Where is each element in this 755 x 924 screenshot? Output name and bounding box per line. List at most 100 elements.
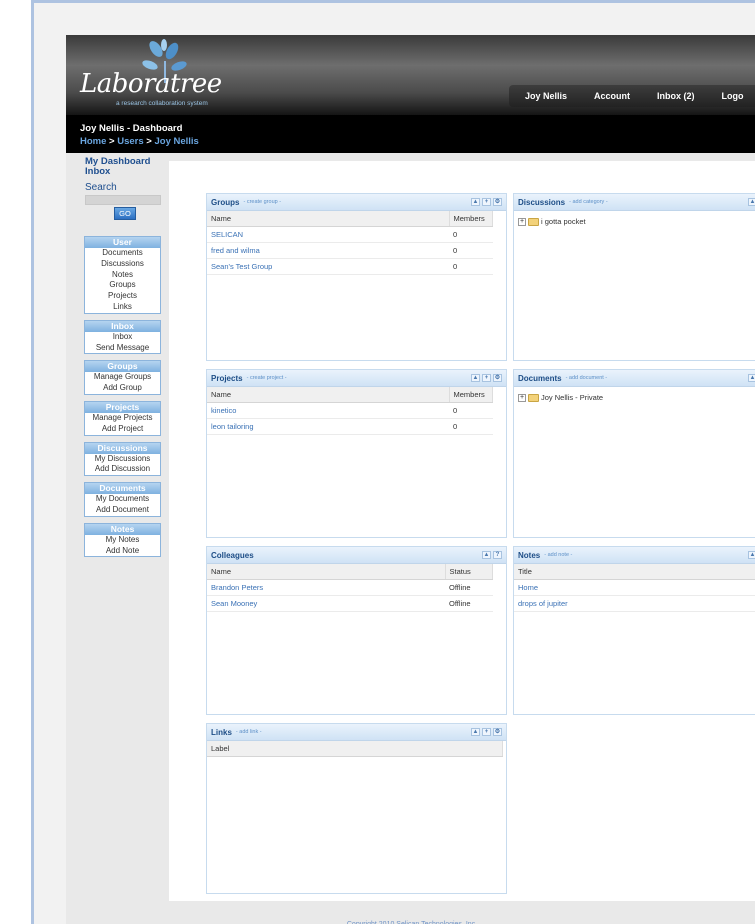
sidebar-item-send-message[interactable]: Send Message: [85, 343, 160, 354]
project-name-link[interactable]: kinetico: [207, 402, 449, 419]
note-title-link[interactable]: Home: [514, 579, 755, 596]
sidebar-box-inbox: Inbox Inbox Send Message: [84, 319, 161, 355]
colleague-name-link[interactable]: Brandon Peters: [207, 579, 445, 596]
colleague-name-link[interactable]: Sean Mooney: [207, 595, 445, 612]
collapse-icon[interactable]: ▲: [748, 198, 755, 206]
discussions-panel: Discussions - add category - ▲ + i gotta po…: [513, 193, 755, 361]
panel-header: Colleagues ▲?: [207, 547, 506, 564]
sidebar-item-manage-projects[interactable]: Manage Projects: [85, 413, 160, 424]
settings-icon[interactable]: ⚙: [493, 374, 502, 382]
column-header[interactable]: Name: [207, 211, 450, 227]
project-name-link[interactable]: leon tailoring: [207, 418, 449, 435]
group-name-link[interactable]: SELICAN: [207, 226, 449, 243]
table-row: fred and wilma 0: [207, 242, 493, 259]
category-label[interactable]: i gotta pocket: [541, 217, 586, 226]
create-project-link[interactable]: - create project -: [247, 375, 287, 381]
help-icon[interactable]: ?: [493, 551, 502, 559]
add-icon[interactable]: +: [482, 374, 491, 382]
collapse-icon[interactable]: ▲: [748, 374, 755, 382]
tree-item[interactable]: + i gotta pocket: [514, 211, 755, 226]
table-row: SELICAN 0: [207, 226, 493, 243]
sidebar-item-inbox[interactable]: Inbox: [85, 332, 160, 343]
sidebar-item-my-discussions[interactable]: My Discussions: [85, 454, 160, 465]
dashboard-content: Groups - create group - ▲ + ⚙ Name Members SE…: [169, 161, 755, 901]
group-name-link[interactable]: fred and wilma: [207, 242, 449, 259]
panel-header: Documents - add document - ▲: [514, 370, 755, 387]
settings-icon[interactable]: ⚙: [493, 198, 502, 206]
panel-header: Projects - create project - ▲ + ⚙: [207, 370, 506, 387]
column-header[interactable]: Name: [207, 564, 446, 580]
breadcrumb-home[interactable]: Home: [80, 136, 106, 147]
collapse-icon[interactable]: ▲: [471, 728, 480, 736]
panel-title: Groups: [211, 197, 240, 207]
sidebar-box-header: Projects: [85, 401, 160, 413]
sidebar-box-documents: Documents My Documents Add Document: [84, 482, 161, 517]
notes-table: Title Home drops of jupiter: [514, 564, 755, 612]
sidebar-item-add-discussion[interactable]: Add Discussion: [85, 464, 160, 475]
collapse-icon[interactable]: ▲: [748, 551, 755, 559]
column-header[interactable]: Members: [449, 387, 493, 403]
breadcrumb-separator: >: [106, 136, 118, 147]
settings-icon[interactable]: ⚙: [493, 728, 502, 736]
logo-text[interactable]: Laboratree: [80, 69, 222, 99]
collapse-icon[interactable]: ▲: [482, 551, 491, 559]
tree-item[interactable]: + Joy Nellis - Private: [514, 387, 755, 402]
collapse-icon[interactable]: ▲: [471, 198, 480, 206]
nav-logout[interactable]: Logo: [722, 91, 744, 101]
group-name-link[interactable]: Sean's Test Group: [207, 258, 449, 275]
column-header[interactable]: Name: [207, 387, 450, 403]
sidebar-item-add-note[interactable]: Add Note: [85, 546, 160, 557]
sidebar-item-manage-groups[interactable]: Manage Groups: [85, 372, 160, 383]
column-header[interactable]: Status: [445, 564, 493, 580]
nav-inbox[interactable]: Inbox (2): [657, 91, 695, 101]
member-count: 0: [449, 242, 493, 259]
sidebar-item-documents[interactable]: Documents: [85, 248, 160, 259]
expand-icon[interactable]: +: [518, 217, 526, 226]
add-category-link[interactable]: - add category -: [569, 199, 608, 205]
sidebar-item-discussions[interactable]: Discussions: [85, 259, 160, 270]
go-button[interactable]: GO: [114, 207, 136, 220]
sidebar-item-my-notes[interactable]: My Notes: [85, 535, 160, 546]
sidebar-item-groups[interactable]: Groups: [85, 280, 160, 291]
column-header[interactable]: Members: [449, 211, 493, 227]
sidebar-item-projects[interactable]: Projects: [85, 291, 160, 302]
nav-account[interactable]: Account: [594, 91, 630, 101]
sidebar-box-discussions: Discussions My Discussions Add Discussio…: [84, 441, 161, 477]
add-icon[interactable]: +: [482, 728, 491, 736]
folder-label[interactable]: Joy Nellis - Private: [541, 393, 603, 402]
sidebar-item-notes[interactable]: Notes: [85, 270, 160, 281]
top-navigation: Joy Nellis Account Inbox (2) Logo: [509, 85, 755, 107]
add-document-link[interactable]: - add document -: [566, 375, 608, 381]
groups-table: Name Members SELICAN 0 fred and wilma 0 Sea…: [207, 211, 493, 275]
breadcrumb-user[interactable]: Joy Nellis: [154, 136, 198, 147]
nav-user[interactable]: Joy Nellis: [525, 91, 567, 101]
member-count: 0: [449, 402, 493, 419]
add-icon[interactable]: +: [482, 198, 491, 206]
search-input[interactable]: [85, 195, 161, 205]
footer: Copyright 2010 Selican Technologies, Inc…: [66, 905, 755, 924]
note-title-link[interactable]: drops of jupiter: [514, 595, 755, 612]
sidebar-item-add-document[interactable]: Add Document: [85, 505, 160, 516]
app-container: Laboratree a research collaboration syst…: [66, 35, 755, 924]
add-note-link[interactable]: - add note -: [544, 552, 572, 558]
column-header[interactable]: Label: [207, 741, 503, 757]
column-header[interactable]: Title: [514, 564, 755, 580]
create-group-link[interactable]: - create group -: [243, 199, 281, 205]
panel-header: Discussions - add category - ▲: [514, 194, 755, 211]
breadcrumb-users[interactable]: Users: [117, 136, 143, 147]
sidebar-link-inbox[interactable]: Inbox: [85, 167, 162, 177]
add-link-link[interactable]: - add link -: [236, 729, 262, 735]
sidebar-item-add-project[interactable]: Add Project: [85, 424, 160, 435]
sidebar-item-my-documents[interactable]: My Documents: [85, 494, 160, 505]
search-label: Search: [85, 182, 117, 193]
sidebar-item-links[interactable]: Links: [85, 302, 160, 313]
table-row: leon tailoring 0: [207, 418, 493, 435]
sidebar-box-groups: Groups Manage Groups Add Group: [84, 360, 161, 395]
sidebar-item-add-group[interactable]: Add Group: [85, 383, 160, 394]
expand-icon[interactable]: +: [518, 393, 526, 402]
panel-title: Links: [211, 727, 232, 737]
panel-title: Documents: [518, 373, 562, 383]
sidebar-box-user: User Documents Discussions Notes Groups …: [84, 236, 161, 314]
collapse-icon[interactable]: ▲: [471, 374, 480, 382]
breadcrumb: Home > Users > Joy Nellis: [80, 136, 744, 147]
